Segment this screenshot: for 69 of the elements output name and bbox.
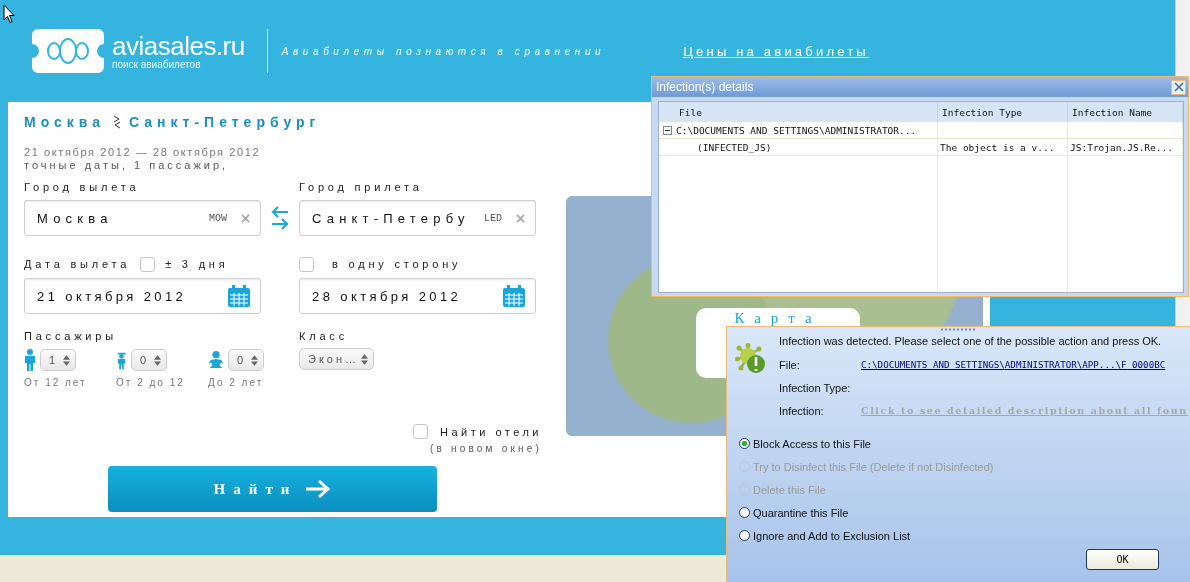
passenger-count[interactable]: 1 xyxy=(40,349,77,371)
swap-icon[interactable] xyxy=(270,206,290,230)
column-header[interactable]: Infection Name xyxy=(1068,102,1183,122)
field-label: Дата вылета xyxy=(24,258,131,270)
age-note: От 12 лет xyxy=(24,377,88,388)
action-option[interactable]: Quarantine this File xyxy=(739,501,1190,524)
logo-subtitle: поиск авиабилетов xyxy=(112,60,202,70)
calendar-icon[interactable] xyxy=(228,285,250,307)
window-title: Infection(s) details xyxy=(656,80,754,94)
route-destination: Санкт-Петербург xyxy=(129,114,321,130)
table-cell: The object is a v... xyxy=(940,141,1055,153)
class-select[interactable]: Экон… xyxy=(299,348,375,370)
calendar-icon[interactable] xyxy=(503,285,525,307)
logo-icon xyxy=(32,29,104,73)
alert-message: Infection was detected. Please select one of the possible action and press OK. xyxy=(779,335,1163,349)
baby-icon xyxy=(208,350,224,370)
table-cell: JS:Trojan.JS.Re... xyxy=(1070,141,1173,153)
hotels-note: (в новом окне) xyxy=(429,443,542,454)
arrow-right-icon xyxy=(305,479,332,499)
checkbox-label: в одну сторону xyxy=(332,258,462,270)
table-cell: C:\DOCUMENTS AND SETTINGS\ADMINISTRATOR... xyxy=(676,124,917,136)
checkbox-label: Найти отели xyxy=(439,425,542,438)
action-option[interactable]: Ignore and Add to Exclusion List xyxy=(739,524,1190,547)
field-label: Город прилета xyxy=(299,181,423,193)
ok-button[interactable]: OK xyxy=(1086,549,1159,570)
origin-field[interactable]: Москва MOW xyxy=(24,200,261,236)
grip-icon[interactable] xyxy=(940,328,976,331)
checkbox[interactable] xyxy=(299,256,314,272)
adult-icon xyxy=(24,349,36,371)
action-option[interactable]: Block Access to this File xyxy=(739,432,1190,455)
date-field[interactable]: 21 октября 2012 xyxy=(24,278,261,314)
age-note: До 2 лет xyxy=(208,377,265,388)
table-cell: (INFECTED_JS) xyxy=(697,141,772,153)
checkbox[interactable] xyxy=(412,424,428,439)
field-label: File: xyxy=(779,358,801,371)
checkbox-label: ± 3 дня xyxy=(165,258,229,270)
mouse-pointer-icon xyxy=(3,4,15,24)
trip-dates: 21 октября 2012 — 28 октября 2012 xyxy=(24,146,262,159)
date-field[interactable]: 28 октября 2012 xyxy=(299,278,536,314)
spinner-icon[interactable] xyxy=(154,354,162,366)
spinner-icon[interactable] xyxy=(251,354,259,366)
spinner-icon[interactable] xyxy=(361,353,369,365)
clear-icon[interactable] xyxy=(516,213,525,223)
logo-text: aviasales.ru xyxy=(112,32,245,60)
clear-icon[interactable] xyxy=(241,213,250,223)
class-label: Класс xyxy=(299,330,349,344)
trip-summary: точные даты, 1 пассажир, xyxy=(24,159,230,172)
route-origin: Москва xyxy=(24,114,106,130)
child-icon xyxy=(116,350,127,370)
column-header[interactable]: File xyxy=(659,102,938,122)
passengers-label: Пассажиры xyxy=(24,330,118,344)
file-path-link[interactable]: C:\DOCUMENTS AND SETTINGS\ADMINISTRATOR\APP...\F 0000BC xyxy=(861,359,1166,370)
spinner-icon[interactable] xyxy=(63,354,71,366)
field-label: Infection Type: xyxy=(779,381,852,394)
popup-title: Карта xyxy=(734,310,822,328)
age-note: От 2 до 12 xyxy=(116,377,186,388)
collapse-icon[interactable] xyxy=(663,125,672,135)
virus-warning-icon xyxy=(735,343,767,375)
passenger-count[interactable]: 0 xyxy=(131,349,168,371)
field-label: Infection: xyxy=(779,404,825,417)
table-row[interactable]: (INFECTED_JS) The object is a v... JS:Trojan.JS.Re... xyxy=(659,139,1183,156)
chevrons-icon xyxy=(113,115,122,129)
table-row[interactable]: C:\DOCUMENTS AND SETTINGS\ADMINISTRATOR... xyxy=(659,122,1183,139)
checkbox[interactable] xyxy=(140,256,156,272)
tagline: Авиабилеты познаются в сравнении xyxy=(281,45,606,57)
field-label: Город вылета xyxy=(24,181,140,193)
destination-field[interactable]: Санкт-Петербу LED xyxy=(299,200,536,236)
column-header[interactable]: Infection Type xyxy=(938,102,1068,122)
passenger-count[interactable]: 0 xyxy=(228,349,265,371)
